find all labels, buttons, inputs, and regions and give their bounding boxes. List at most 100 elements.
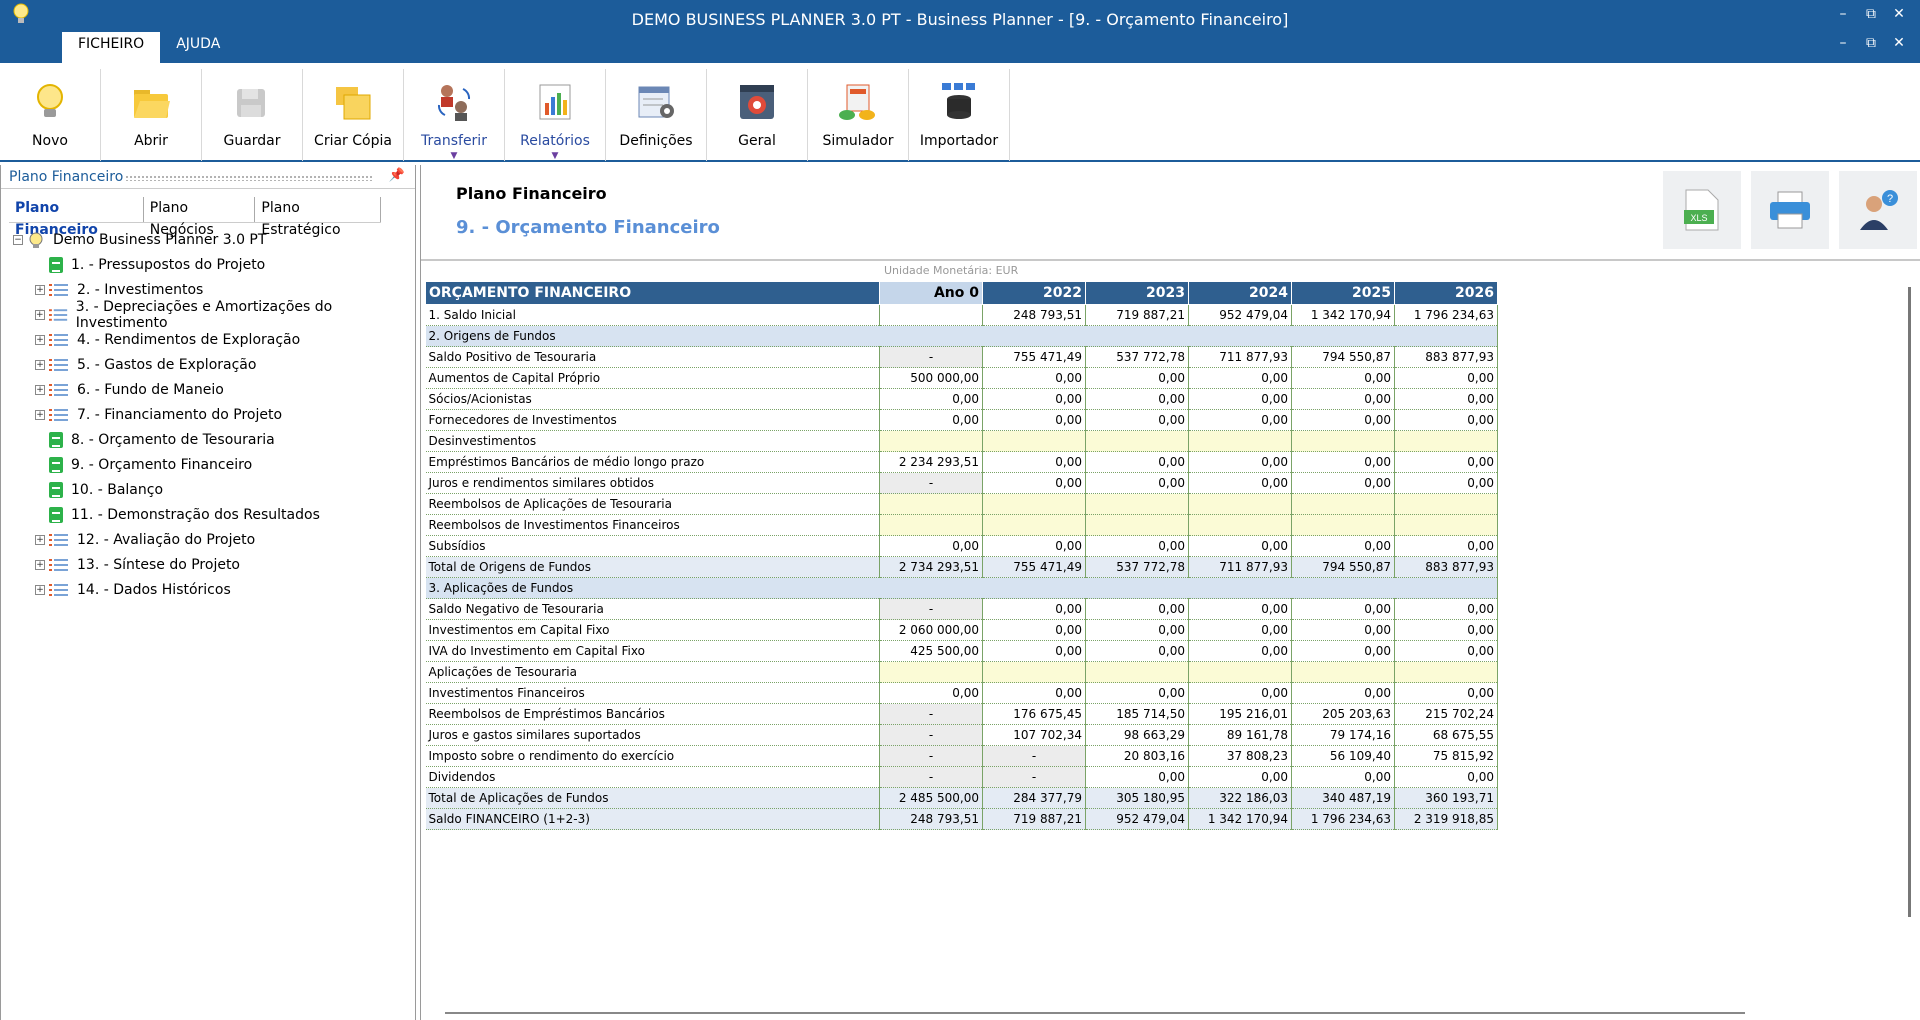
table-cell[interactable]: 2 319 918,85 xyxy=(1394,808,1498,830)
table-cell[interactable]: 0,00 xyxy=(1394,682,1498,704)
table-cell[interactable]: 0,00 xyxy=(982,598,1086,620)
expand-icon[interactable]: + xyxy=(35,409,45,420)
table-cell[interactable] xyxy=(982,430,1086,452)
table-cell[interactable]: 98 663,29 xyxy=(1085,724,1189,746)
table-cell[interactable]: 0,00 xyxy=(1291,367,1395,389)
table-cell[interactable]: 794 550,87 xyxy=(1291,346,1395,368)
table-cell[interactable]: 755 471,49 xyxy=(982,556,1086,578)
table-cell[interactable]: 0,00 xyxy=(982,682,1086,704)
table-cell[interactable] xyxy=(1188,493,1292,515)
table-cell[interactable]: 2 234 293,51 xyxy=(879,451,983,473)
table-cell[interactable]: 1 796 234,63 xyxy=(1394,304,1498,326)
table-cell[interactable]: - xyxy=(879,724,983,746)
expand-icon[interactable]: + xyxy=(35,584,45,595)
table-cell[interactable]: 248 793,51 xyxy=(879,808,983,830)
table-cell[interactable]: 719 887,21 xyxy=(1085,304,1189,326)
table-cell[interactable]: - xyxy=(982,745,1086,767)
table-cell[interactable]: 883 877,93 xyxy=(1394,556,1498,578)
table-cell[interactable] xyxy=(1291,514,1395,536)
minimize-button[interactable]: – xyxy=(1832,6,1854,22)
collapse-icon[interactable]: − xyxy=(13,234,23,245)
table-cell[interactable]: 0,00 xyxy=(1394,535,1498,557)
table-cell[interactable]: - xyxy=(879,766,983,788)
table-cell[interactable]: 0,00 xyxy=(1188,451,1292,473)
horizontal-scrollbar[interactable] xyxy=(445,1010,1745,1016)
table-cell[interactable]: 0,00 xyxy=(982,388,1086,410)
xls-export-button[interactable]: XLS xyxy=(1663,171,1741,249)
table-cell[interactable]: 0,00 xyxy=(1394,766,1498,788)
table-cell[interactable]: - xyxy=(879,703,983,725)
table-cell[interactable]: 0,00 xyxy=(1291,451,1395,473)
table-cell[interactable]: 537 772,78 xyxy=(1085,556,1189,578)
table-cell[interactable]: 0,00 xyxy=(1291,619,1395,641)
table-cell[interactable]: 0,00 xyxy=(982,367,1086,389)
table-cell[interactable] xyxy=(982,514,1086,536)
table-cell[interactable]: - xyxy=(879,346,983,368)
table-cell[interactable]: 0,00 xyxy=(1085,367,1189,389)
close-button[interactable]: ✕ xyxy=(1888,6,1910,22)
table-cell[interactable] xyxy=(879,304,983,326)
table-cell[interactable]: 425 500,00 xyxy=(879,640,983,662)
table-cell[interactable]: 0,00 xyxy=(879,409,983,431)
tree-item[interactable]: +6. - Fundo de Maneio xyxy=(13,377,413,402)
table-cell[interactable]: 2 060 000,00 xyxy=(879,619,983,641)
table-cell[interactable]: 0,00 xyxy=(982,472,1086,494)
table-cell[interactable]: 719 887,21 xyxy=(982,808,1086,830)
table-cell[interactable]: 952 479,04 xyxy=(1085,808,1189,830)
expand-icon[interactable]: + xyxy=(35,384,45,395)
table-cell[interactable]: 0,00 xyxy=(1085,598,1189,620)
table-cell[interactable]: 0,00 xyxy=(1394,388,1498,410)
table-cell[interactable]: 0,00 xyxy=(1188,535,1292,557)
table-cell[interactable] xyxy=(879,430,983,452)
mdi-minimize-button[interactable]: – xyxy=(1832,35,1854,51)
table-cell[interactable]: 0,00 xyxy=(1188,472,1292,494)
table-cell[interactable] xyxy=(1291,430,1395,452)
tree-item[interactable]: 11. - Demonstração dos Resultados xyxy=(13,502,413,527)
table-cell[interactable]: 2 485 500,00 xyxy=(879,787,983,809)
table-cell[interactable]: 0,00 xyxy=(982,619,1086,641)
table-cell[interactable] xyxy=(1085,514,1189,536)
expand-icon[interactable]: + xyxy=(35,309,45,320)
table-cell[interactable] xyxy=(1394,493,1498,515)
table-cell[interactable]: 89 161,78 xyxy=(1188,724,1292,746)
tab-plano-financeiro[interactable]: Plano Financeiro xyxy=(9,197,144,238)
table-cell[interactable]: 0,00 xyxy=(879,682,983,704)
tree-item[interactable]: +7. - Financiamento do Projeto xyxy=(13,402,413,427)
table-cell[interactable]: - xyxy=(879,745,983,767)
table-cell[interactable]: 0,00 xyxy=(1394,451,1498,473)
table-cell[interactable]: 0,00 xyxy=(1394,619,1498,641)
table-cell[interactable]: - xyxy=(879,598,983,620)
table-cell[interactable]: 305 180,95 xyxy=(1085,787,1189,809)
definicoes-button[interactable]: Definições xyxy=(606,69,707,161)
tab-ficheiro[interactable]: FICHEIRO xyxy=(62,32,161,63)
table-cell[interactable] xyxy=(1188,514,1292,536)
table-cell[interactable]: 0,00 xyxy=(1085,535,1189,557)
tree-item[interactable]: +4. - Rendimentos de Exploração xyxy=(13,327,413,352)
table-cell[interactable]: 537 772,78 xyxy=(1085,346,1189,368)
table-cell[interactable]: 0,00 xyxy=(1085,451,1189,473)
table-cell[interactable] xyxy=(1085,661,1189,683)
tree-item[interactable]: +13. - Síntese do Projeto xyxy=(13,552,413,577)
table-cell[interactable]: 0,00 xyxy=(1188,598,1292,620)
table-cell[interactable]: 107 702,34 xyxy=(982,724,1086,746)
table-cell[interactable]: 0,00 xyxy=(1291,409,1395,431)
mdi-restore-button[interactable]: ⧉ xyxy=(1860,35,1882,51)
table-cell[interactable]: 195 216,01 xyxy=(1188,703,1292,725)
tree-item[interactable]: 8. - Orçamento de Tesouraria xyxy=(13,427,413,452)
tab-ajuda[interactable]: AJUDA xyxy=(160,32,236,63)
help-button[interactable]: ? xyxy=(1839,171,1917,249)
table-cell[interactable]: 711 877,93 xyxy=(1188,346,1292,368)
table-cell[interactable]: 1 342 170,94 xyxy=(1291,304,1395,326)
table-cell[interactable]: 360 193,71 xyxy=(1394,787,1498,809)
importador-button[interactable]: Importador xyxy=(909,69,1010,161)
table-cell[interactable]: 0,00 xyxy=(1188,682,1292,704)
print-button[interactable] xyxy=(1751,171,1829,249)
vertical-scroll-thumb[interactable] xyxy=(1908,287,1911,917)
table-cell[interactable]: 0,00 xyxy=(1085,682,1189,704)
table-cell[interactable] xyxy=(879,661,983,683)
vertical-scrollbar[interactable] xyxy=(1906,285,1914,925)
table-cell[interactable] xyxy=(879,514,983,536)
table-cell[interactable]: 500 000,00 xyxy=(879,367,983,389)
expand-icon[interactable]: + xyxy=(35,334,45,345)
tree-item[interactable]: 1. - Pressupostos do Projeto xyxy=(13,252,413,277)
